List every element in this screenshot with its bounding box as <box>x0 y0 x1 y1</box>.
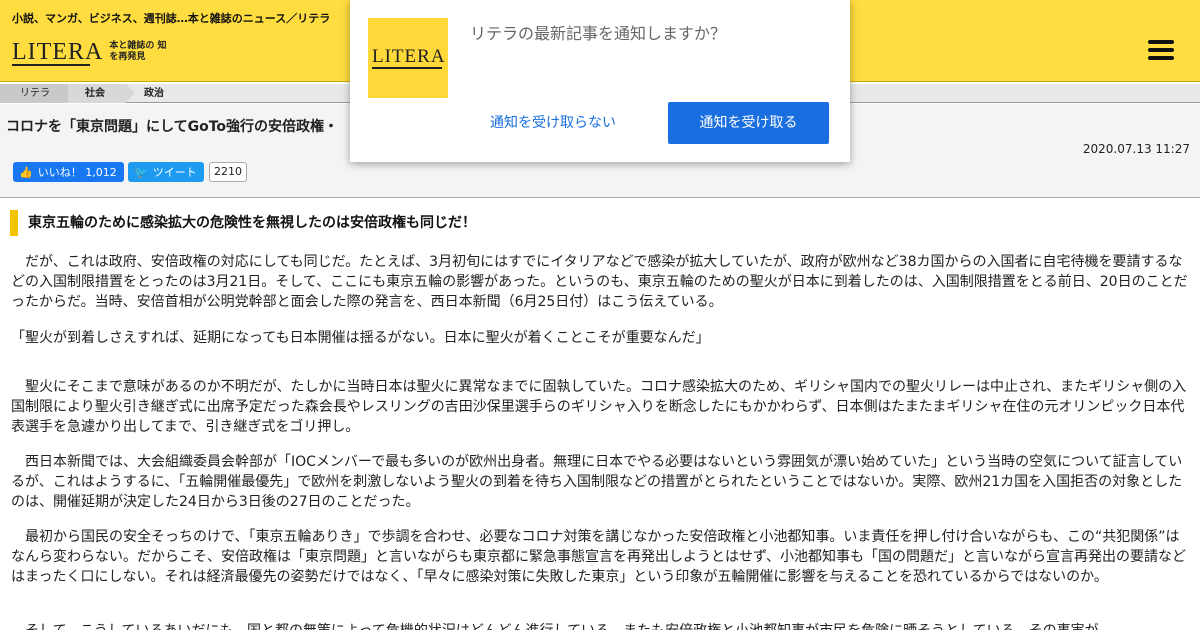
site-tagline: 小説、マンガ、ビジネス、週刊誌…本と雑誌のニュース／リテラ <box>12 12 331 25</box>
logo-underline <box>12 64 90 66</box>
twitter-tweet-label: ツイート <box>152 166 197 179</box>
twitter-bird-icon: 🐦 <box>134 165 148 179</box>
breadcrumb-item-politics[interactable]: 政治 <box>144 84 164 103</box>
article-paragraph: だが、これは政府、安倍政権の対応にしても同じだ。たとえば、3月初旬にはすでにイタ… <box>11 254 1188 310</box>
facebook-like-button[interactable]: 👍 いいね！ 1,012 <box>13 162 124 182</box>
article-paragraph: 聖火にそこまで意味があるのか不明だが、たしかに当時日本は聖火に異常なまでに固執し… <box>11 379 1187 435</box>
breadcrumb-item-society[interactable]: 社会 <box>68 84 135 103</box>
popup-message: リテラの最新記事を通知しますか？ <box>470 24 727 43</box>
article-paragraph: 西日本新聞では、大会組織委員会幹部が「IOCメンバーで最も多いのが欧州出身者。無… <box>11 454 1183 510</box>
article-quote: 「聖火が到着しさえすれば、延期になっても日本開催は揺るがない。日本に聖火が着くこ… <box>11 330 710 346</box>
twitter-tweet-button[interactable]: 🐦 ツイート <box>128 162 204 182</box>
hamburger-menu-icon[interactable] <box>1148 40 1174 60</box>
article-paragraph: そして、こうしているあいだにも、国と都の無策によって危機的状況はどんどん進行して… <box>11 621 1191 630</box>
article-title: コロナを「東京問題」にしてGoTo強行の安倍政権・ <box>6 119 338 135</box>
site-logo[interactable]: LITERA 本と雑誌の 知を再発見 <box>12 38 167 66</box>
logo-text: LITERA <box>12 39 104 65</box>
section-heading: 東京五輪のために感染拡大の危険性を無視したのは安倍政権も同じだ！ <box>10 210 476 236</box>
popup-logo-underline <box>372 67 442 69</box>
breadcrumb-item-home[interactable]: リテラ <box>0 84 77 103</box>
allow-notification-button[interactable]: 通知を受け取る <box>668 102 829 144</box>
popup-logo-text: LITERA <box>372 46 446 67</box>
notification-permission-dialog: LITERA リテラの最新記事を通知しますか？ 通知を受け取らない 通知を受け取… <box>350 0 850 162</box>
article-paragraph: 最初から国民の安全そっちのけで、「東京五輪ありき」で歩調を合わせ、必要なコロナ対… <box>11 529 1187 585</box>
logo-subtitle: 本と雑誌の 知を再発見 <box>109 41 167 62</box>
deny-notification-button[interactable]: 通知を受け取らない <box>490 112 616 132</box>
thumbs-up-icon: 👍 <box>19 165 33 179</box>
facebook-like-label: いいね！ 1,012 <box>37 166 117 179</box>
tweet-count: 2210 <box>209 162 247 182</box>
article-date: 2020.07.13 11:27 <box>1082 142 1190 156</box>
popup-logo: LITERA <box>368 18 448 98</box>
